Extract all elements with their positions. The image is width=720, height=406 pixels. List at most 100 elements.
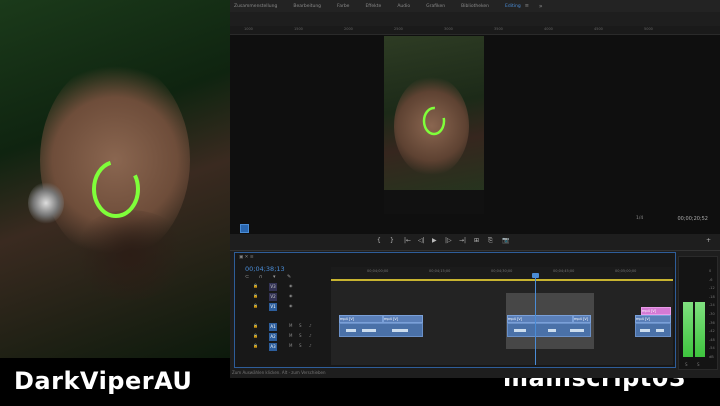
sequence-tab[interactable]: ▣ ✕ ≡ bbox=[239, 255, 254, 260]
track-header-a2[interactable]: 🔒 A2 M S ♪ bbox=[243, 333, 329, 341]
track-header-v2[interactable]: 🔒 V2 ◉ bbox=[243, 293, 329, 301]
eye-icon[interactable]: ◉ bbox=[289, 303, 293, 308]
extract-button[interactable]: ⎘ bbox=[488, 237, 493, 245]
mute-icon[interactable]: M bbox=[289, 343, 292, 348]
marker-icon[interactable]: ▾ bbox=[273, 274, 276, 280]
webcam-feed bbox=[0, 0, 230, 358]
snap-icon[interactable]: ⊂ bbox=[245, 274, 249, 280]
linked-selection-icon[interactable]: ∩ bbox=[259, 274, 263, 280]
timeline-tick: 00;05;00;00 bbox=[615, 269, 637, 273]
ruler-tick: 4500 bbox=[594, 27, 603, 31]
lock-icon[interactable]: 🔒 bbox=[253, 303, 258, 308]
audio-clip[interactable] bbox=[635, 323, 671, 337]
video-letterbox bbox=[384, 190, 484, 214]
export-frame-icon[interactable]: 📷 bbox=[502, 237, 509, 244]
timeline-panel[interactable]: ▣ ✕ ≡ 00;04;38;13 ⊂ ∩ ▾ ✎ 00;04;00;00 00… bbox=[234, 252, 676, 368]
lock-icon[interactable]: 🔒 bbox=[253, 343, 258, 348]
audio-clip[interactable] bbox=[339, 323, 423, 337]
monitor-ruler: 1000 1500 2000 2500 3000 3500 4000 4500 … bbox=[230, 26, 720, 35]
meter-scale: 0 -6 -12 -18 -24 -30 -36 -42 -48 -54 dB bbox=[709, 267, 715, 362]
audio-clip[interactable] bbox=[507, 323, 591, 337]
meter-right bbox=[695, 301, 705, 357]
solo-icon[interactable]: S bbox=[299, 323, 302, 328]
track-label[interactable]: A1 bbox=[269, 323, 277, 331]
meter-scale-tick: dB bbox=[709, 354, 714, 359]
status-bar: Zum Auswählen klicken. Alt - zum Verschi… bbox=[232, 370, 326, 375]
tab-farbe[interactable]: Farbe bbox=[333, 4, 361, 9]
meter-scale-tick: -42 bbox=[709, 329, 715, 334]
track-header-v1[interactable]: 🔒 V1 ◉ bbox=[243, 303, 329, 311]
step-back-button[interactable]: ◁| bbox=[418, 237, 425, 244]
wrench-icon[interactable]: ✎ bbox=[287, 274, 291, 280]
tab-zusammenstellung[interactable]: Zusammenstellung bbox=[230, 4, 289, 9]
ruler-tick: 3500 bbox=[494, 27, 503, 31]
lock-icon[interactable]: 🔒 bbox=[253, 333, 258, 338]
lock-icon[interactable]: 🔒 bbox=[253, 293, 258, 298]
ruler-tick: 1000 bbox=[244, 27, 253, 31]
tab-effekte[interactable]: Effekte bbox=[361, 4, 393, 9]
work-area-bar[interactable] bbox=[331, 279, 673, 281]
video-clip[interactable]: mp4 [V] bbox=[339, 315, 383, 323]
playhead-line[interactable] bbox=[535, 275, 536, 365]
tab-bibliotheken[interactable]: Bibliotheken bbox=[457, 4, 501, 9]
track-header-a1[interactable]: 🔒 A1 M S ♪ bbox=[243, 323, 329, 331]
eye-icon[interactable]: ◉ bbox=[289, 293, 293, 298]
timeline-tick: 00;04;15;00 bbox=[429, 269, 451, 273]
track-label[interactable]: V2 bbox=[269, 293, 277, 301]
fit-dropdown[interactable]: 1/4 bbox=[636, 216, 643, 221]
play-button[interactable]: ▶ bbox=[432, 237, 437, 244]
lock-icon[interactable]: 🔒 bbox=[253, 283, 258, 288]
solo-right-label[interactable]: S bbox=[697, 362, 700, 367]
mute-icon[interactable]: M bbox=[289, 323, 292, 328]
headphone bbox=[28, 182, 64, 224]
timeline-tick: 00;04;00;00 bbox=[367, 269, 389, 273]
ruler-tick: 2000 bbox=[344, 27, 353, 31]
track-header-a3[interactable]: 🔒 A3 M S ♪ bbox=[243, 343, 329, 351]
mic-icon[interactable]: ♪ bbox=[309, 333, 312, 338]
track-label[interactable]: A2 bbox=[269, 333, 277, 341]
video-clip[interactable]: mp4 [V] bbox=[507, 315, 573, 323]
video-clip[interactable]: mp4 [V] bbox=[573, 315, 591, 323]
tab-bearbeitung[interactable]: Bearbeitung bbox=[289, 4, 333, 9]
timeline-timecode[interactable]: 00;04;38;13 bbox=[245, 265, 285, 273]
video-clip[interactable]: mp4 [V] bbox=[383, 315, 423, 323]
track-label[interactable]: V3 bbox=[269, 283, 277, 291]
tab-grafiken[interactable]: Grafiken bbox=[422, 4, 457, 9]
lift-button[interactable]: ⊞ bbox=[474, 237, 479, 244]
track-label[interactable]: V1 bbox=[269, 303, 277, 311]
go-to-in-button[interactable]: |← bbox=[404, 237, 411, 244]
mic-icon[interactable]: ♪ bbox=[309, 323, 312, 328]
pink-clip[interactable]: mp4 [V] bbox=[641, 307, 671, 315]
meter-scale-tick: -6 bbox=[709, 277, 713, 282]
mute-icon[interactable]: M bbox=[289, 333, 292, 338]
go-to-out-button[interactable]: →| bbox=[459, 237, 466, 244]
meter-scale-tick: -24 bbox=[709, 303, 715, 308]
monitor-timecode: 00;00;20;52 bbox=[677, 216, 708, 222]
ruler-tick: 2500 bbox=[394, 27, 403, 31]
mark-in-button[interactable]: { bbox=[377, 237, 381, 244]
ruler-tick: 5000 bbox=[644, 27, 653, 31]
lock-icon[interactable]: 🔒 bbox=[253, 323, 258, 328]
meter-scale-tick: -54 bbox=[709, 346, 715, 351]
add-button-icon[interactable]: + bbox=[706, 237, 711, 244]
video-target-ring-icon bbox=[422, 106, 446, 136]
tab-audio[interactable]: Audio bbox=[393, 4, 422, 9]
timeline-ruler[interactable]: 00;04;00;00 00;04;15;00 00;04;30;00 00;0… bbox=[331, 267, 673, 279]
marker-button[interactable] bbox=[240, 224, 249, 233]
solo-icon[interactable]: S bbox=[299, 333, 302, 338]
solo-icon[interactable]: S bbox=[299, 343, 302, 348]
mic-icon[interactable]: ♪ bbox=[309, 343, 312, 348]
program-video-frame bbox=[384, 36, 484, 214]
track-header-v3[interactable]: 🔒 V3 ◉ bbox=[243, 283, 329, 291]
track-label[interactable]: A3 bbox=[269, 343, 277, 351]
eye-icon[interactable]: ◉ bbox=[289, 283, 293, 288]
video-clip[interactable]: mp4 [V] bbox=[635, 315, 671, 323]
meter-scale-tick: 0 bbox=[709, 269, 712, 273]
tab-menu-icon[interactable]: ≡ bbox=[525, 3, 529, 9]
solo-left-label[interactable]: S bbox=[685, 362, 688, 367]
mark-out-button[interactable]: } bbox=[390, 237, 394, 244]
meter-scale-tick: -12 bbox=[709, 286, 715, 291]
more-tabs-icon[interactable]: » bbox=[539, 3, 543, 10]
step-forward-button[interactable]: |▷ bbox=[445, 237, 452, 244]
target-ring-icon bbox=[92, 160, 140, 218]
